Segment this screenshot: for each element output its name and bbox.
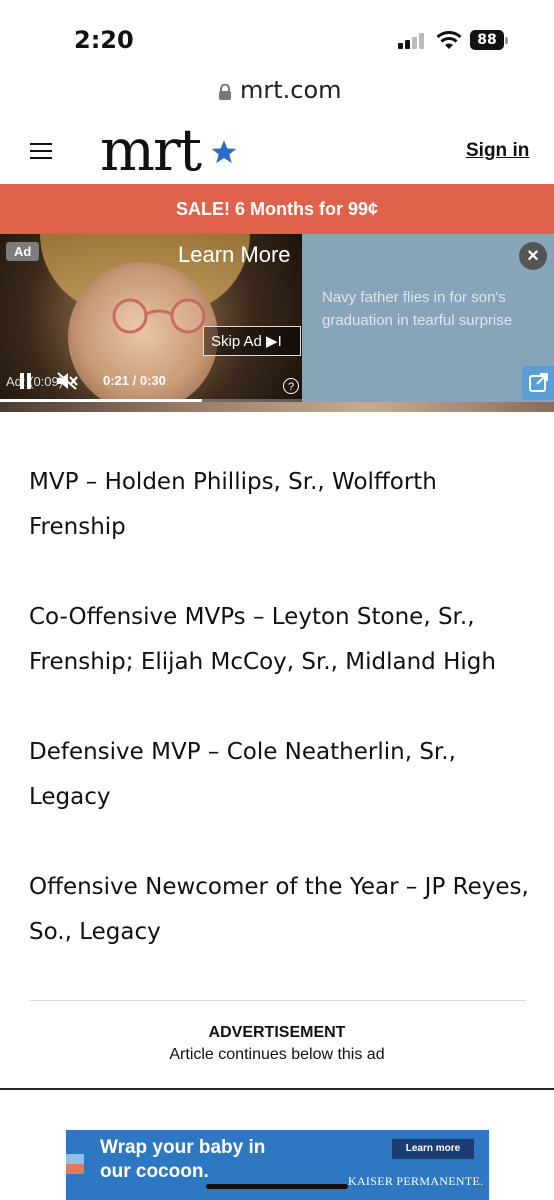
divider: [29, 1000, 526, 1001]
advertisement-sublabel: Article continues below this ad: [169, 1046, 385, 1063]
sale-banner[interactable]: SALE! 6 Months for 99¢: [0, 184, 554, 234]
ad-headline[interactable]: Navy father flies in for son's graduatio…: [322, 286, 527, 332]
wifi-icon: [436, 31, 462, 49]
skip-ad-button[interactable]: Skip Ad ▶I: [203, 326, 301, 356]
ad-time-label: Ad: (0:09): [6, 374, 64, 389]
pause-icon[interactable]: [20, 373, 32, 389]
share-icon[interactable]: [522, 366, 554, 400]
banner-learn-more-button[interactable]: Learn more: [392, 1139, 474, 1159]
banner-ad-brand: KAISER PERMANENTE.: [348, 1174, 484, 1188]
lock-icon: [219, 84, 231, 100]
sign-in-link[interactable]: Sign in: [466, 140, 529, 162]
banner-ad-text: Wrap your baby in our cocoon.: [100, 1137, 266, 1182]
status-bar: 2:20 88: [0, 0, 554, 72]
status-time: 2:20: [74, 26, 134, 54]
mute-icon[interactable]: [56, 372, 78, 390]
video-image-glasses: [112, 298, 206, 334]
banner-ad-stripe: [66, 1130, 84, 1200]
star-icon: [211, 140, 237, 164]
battery-icon: 88: [470, 30, 504, 50]
video-ad[interactable]: Ad Learn More Skip Ad ▶I Ad: (0:09) 0:21…: [0, 234, 554, 412]
battery-tip: [505, 37, 508, 44]
advertisement-label: ADVERTISEMENT: [208, 1024, 346, 1041]
learn-more-link[interactable]: Learn More: [178, 242, 291, 268]
article-paragraph: MVP – Holden Phillips, Sr., Wolfforth Fr…: [29, 469, 437, 540]
home-indicator[interactable]: [206, 1184, 348, 1189]
article-paragraph: Defensive MVP – Cole Neatherlin, Sr., Le…: [29, 739, 456, 810]
cellular-signal-icon: [398, 33, 426, 49]
banner-ad[interactable]: Wrap your baby in our cocoon. Learn more…: [66, 1130, 489, 1200]
close-ad-button[interactable]: ×: [519, 242, 547, 270]
article-body: MVP – Holden Phillips, Sr., Wolfforth Fr…: [29, 460, 529, 1000]
ad-tag: Ad: [6, 242, 40, 261]
video-ad-bottom-strip: [0, 402, 554, 412]
video-time: 0:21 / 0:30: [103, 373, 166, 388]
article-paragraph: Co-Offensive MVPs – Leyton Stone, Sr., F…: [29, 604, 496, 675]
site-logo[interactable]: mrt: [100, 116, 202, 184]
help-icon[interactable]: ?: [283, 378, 299, 394]
article-paragraph: Offensive Newcomer of the Year – JP Reye…: [29, 874, 529, 945]
menu-icon[interactable]: [30, 143, 52, 159]
url-text[interactable]: mrt.com: [240, 76, 342, 104]
divider: [0, 1088, 554, 1090]
video-player[interactable]: Ad Learn More Skip Ad ▶I Ad: (0:09) 0:21…: [0, 234, 302, 402]
